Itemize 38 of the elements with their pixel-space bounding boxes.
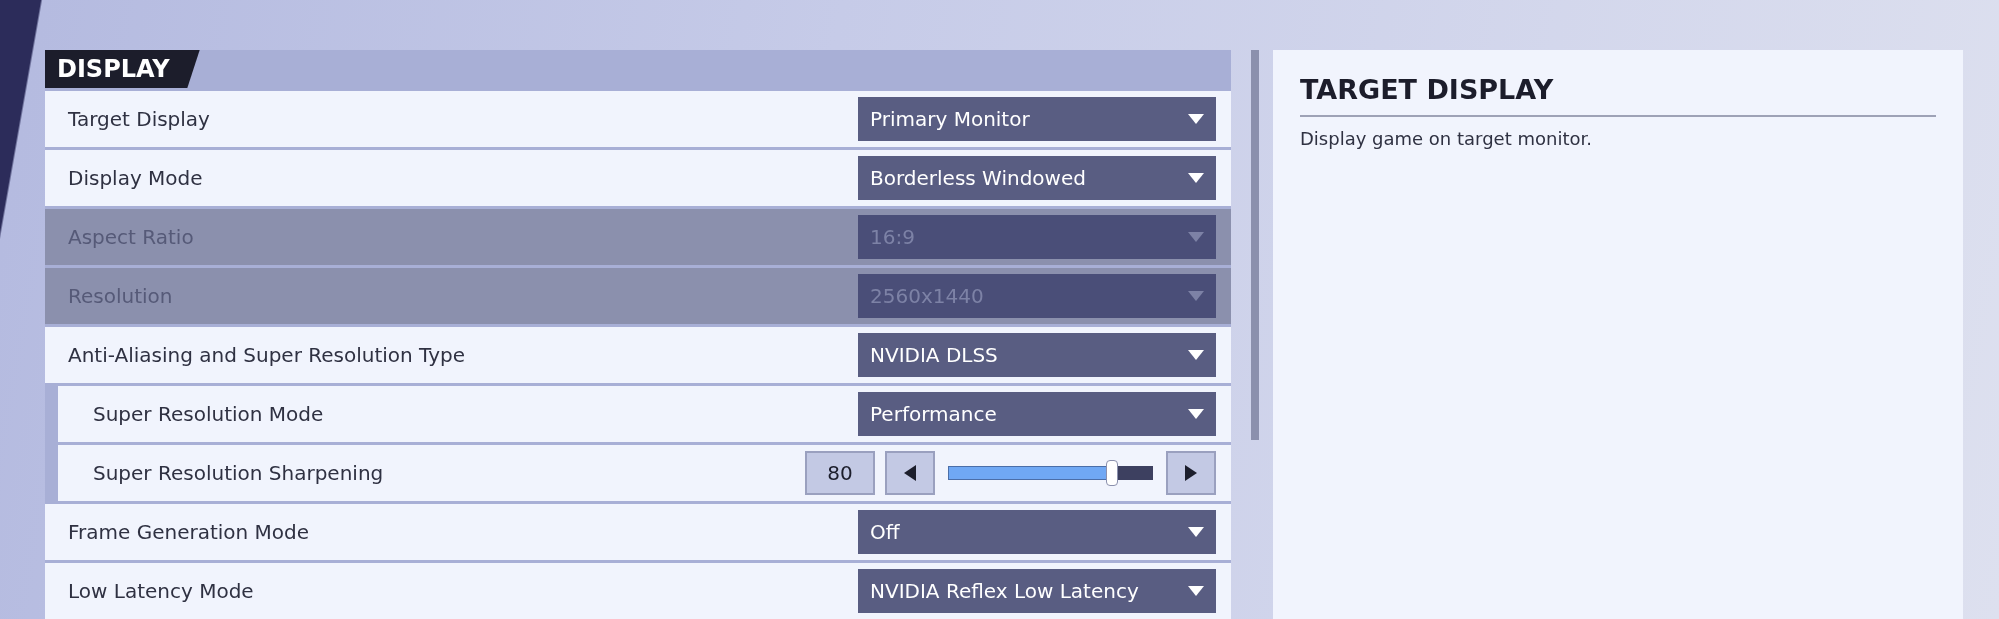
detail-title: TARGET DISPLAY	[1300, 70, 1936, 117]
setting-row[interactable]: Anti-Aliasing and Super Resolution Type NVIDIA DLSS	[45, 327, 1231, 383]
caret-icon	[1188, 349, 1204, 361]
caret-icon	[1188, 172, 1204, 184]
right-triangle-icon	[1185, 465, 1197, 481]
decrease-button[interactable]	[885, 451, 935, 495]
slider-thumb[interactable]	[1106, 460, 1118, 486]
dropdown[interactable]: NVIDIA DLSS	[858, 333, 1216, 377]
setting-label: Super Resolution Sharpening	[93, 460, 384, 487]
setting-row[interactable]: Target Display Primary Monitor	[45, 91, 1231, 147]
detail-description: Display game on target monitor.	[1300, 126, 1593, 151]
caret-icon	[1188, 113, 1204, 125]
dropdown[interactable]: Borderless Windowed	[858, 156, 1216, 200]
setting-label: Frame Generation Mode	[68, 519, 310, 546]
left-triangle-icon	[904, 465, 916, 481]
caret-icon	[1188, 290, 1204, 302]
increase-button[interactable]	[1166, 451, 1216, 495]
setting-label: Display Mode	[68, 165, 203, 192]
setting-row[interactable]: Low Latency Mode NVIDIA Reflex Low Latency	[45, 563, 1231, 619]
setting-label: Low Latency Mode	[68, 578, 254, 605]
caret-icon	[1188, 585, 1204, 597]
value-readout: 80	[805, 451, 875, 495]
setting-label: Anti-Aliasing and Super Resolution Type	[68, 342, 466, 369]
setting-row[interactable]: Frame Generation Mode Off	[45, 504, 1231, 560]
dropdown[interactable]: Primary Monitor	[858, 97, 1216, 141]
setting-label: Target Display	[68, 106, 210, 133]
setting-label: Super Resolution Mode	[93, 401, 324, 428]
caret-icon	[1188, 231, 1204, 243]
dropdown[interactable]: NVIDIA Reflex Low Latency	[858, 569, 1216, 613]
setting-row[interactable]: Display Mode Borderless Windowed	[45, 150, 1231, 206]
dropdown[interactable]: Off	[858, 510, 1216, 554]
setting-row[interactable]: Super Resolution Sharpening 80	[58, 445, 1231, 501]
dropdown[interactable]: Performance	[858, 392, 1216, 436]
section-title: DISPLAY	[45, 50, 200, 88]
scrollbar[interactable]	[1251, 50, 1259, 440]
setting-row[interactable]: Super Resolution Mode Performance	[58, 386, 1231, 442]
caret-icon	[1188, 408, 1204, 420]
caret-icon	[1188, 526, 1204, 538]
